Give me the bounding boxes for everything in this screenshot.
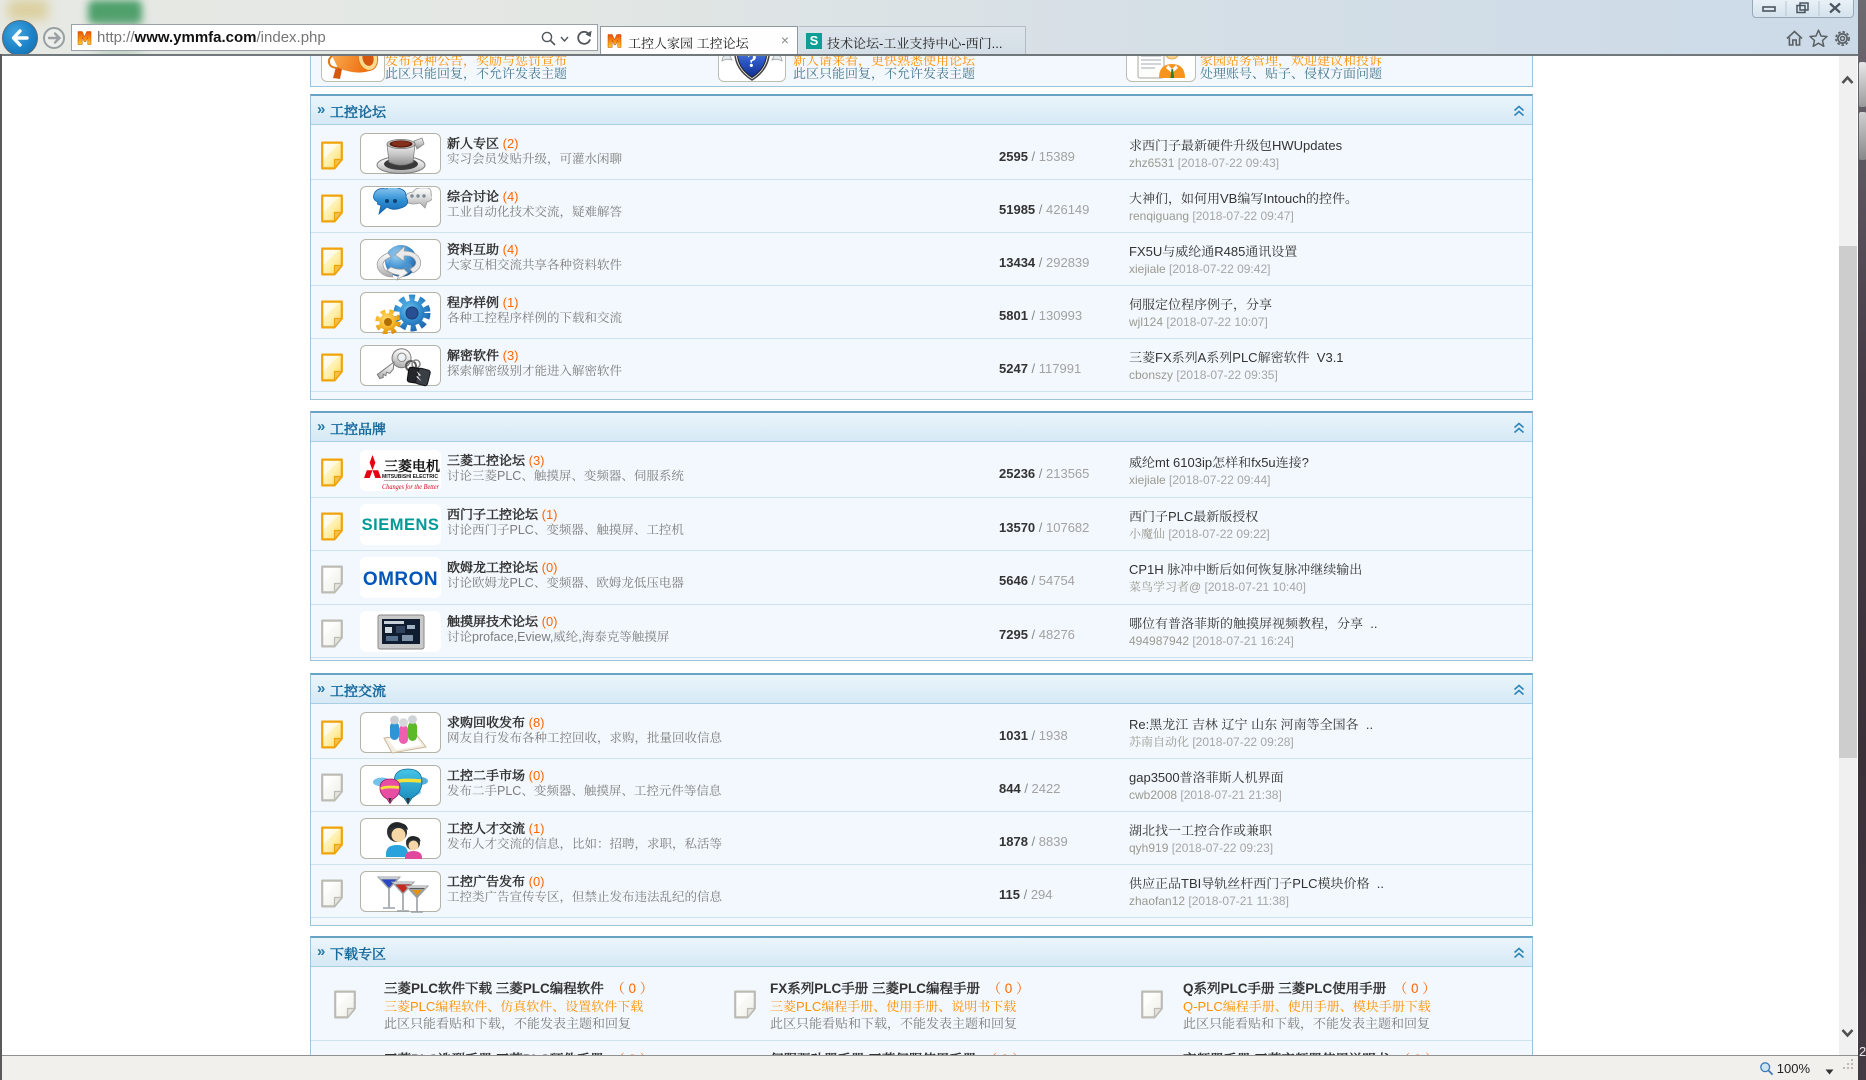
svg-text:三菱电机: 三菱电机: [384, 458, 440, 474]
svg-text:MITSUBISHI ELECTRIC: MITSUBISHI ELECTRIC: [382, 474, 438, 480]
svg-text:Changes for the Better: Changes for the Better: [382, 482, 439, 491]
